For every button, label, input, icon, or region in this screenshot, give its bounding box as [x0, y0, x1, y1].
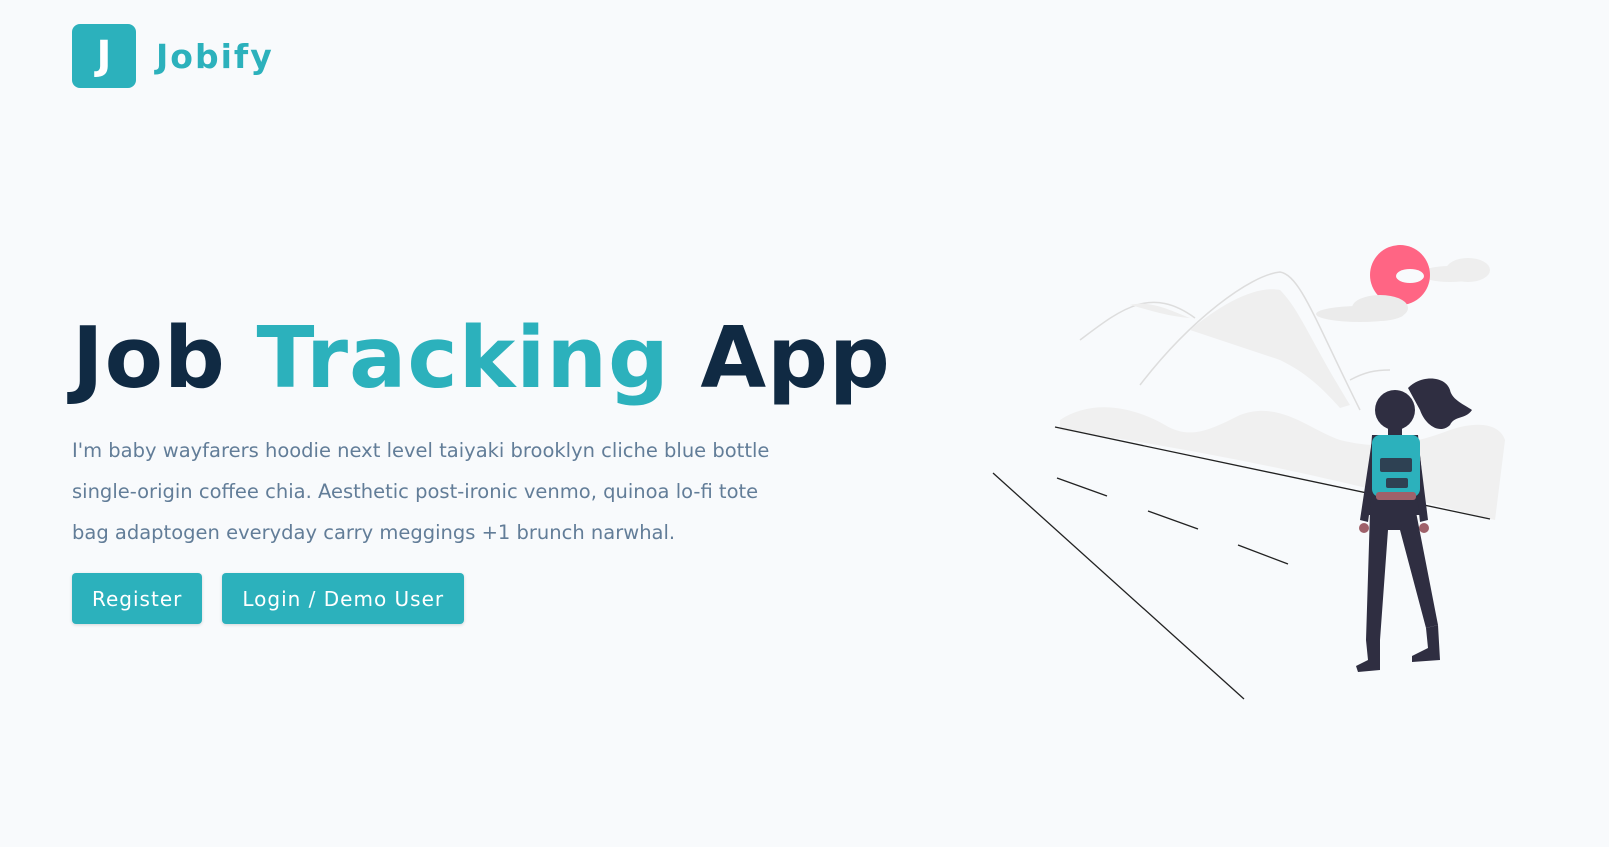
title-accent: Tracking	[256, 309, 670, 408]
register-button[interactable]: Register	[72, 573, 203, 624]
navbar: J Jobify	[72, 24, 274, 88]
landing-page: J Jobify Job Tracking App I'm baby wayfa…	[0, 0, 1609, 847]
hero-description: I'm baby wayfarers hoodie next level tai…	[72, 439, 770, 544]
page-title: Job Tracking App	[72, 308, 892, 410]
cloud-right	[1420, 258, 1490, 282]
hero-section: Job Tracking App I'm baby wayfarers hood…	[72, 308, 892, 624]
cloud-left	[1316, 295, 1408, 322]
logo-letter: J	[96, 33, 112, 79]
hero-actions: Register Login / Demo User	[72, 573, 892, 624]
logo-icon[interactable]: J	[72, 24, 136, 88]
title-part-1: Job	[72, 309, 257, 408]
hiker-figure	[1356, 378, 1472, 672]
brand-name[interactable]: Jobify	[156, 37, 274, 76]
login-demo-button[interactable]: Login / Demo User	[222, 573, 465, 624]
title-part-2: App	[669, 309, 891, 408]
hiker-illustration	[992, 245, 1505, 700]
